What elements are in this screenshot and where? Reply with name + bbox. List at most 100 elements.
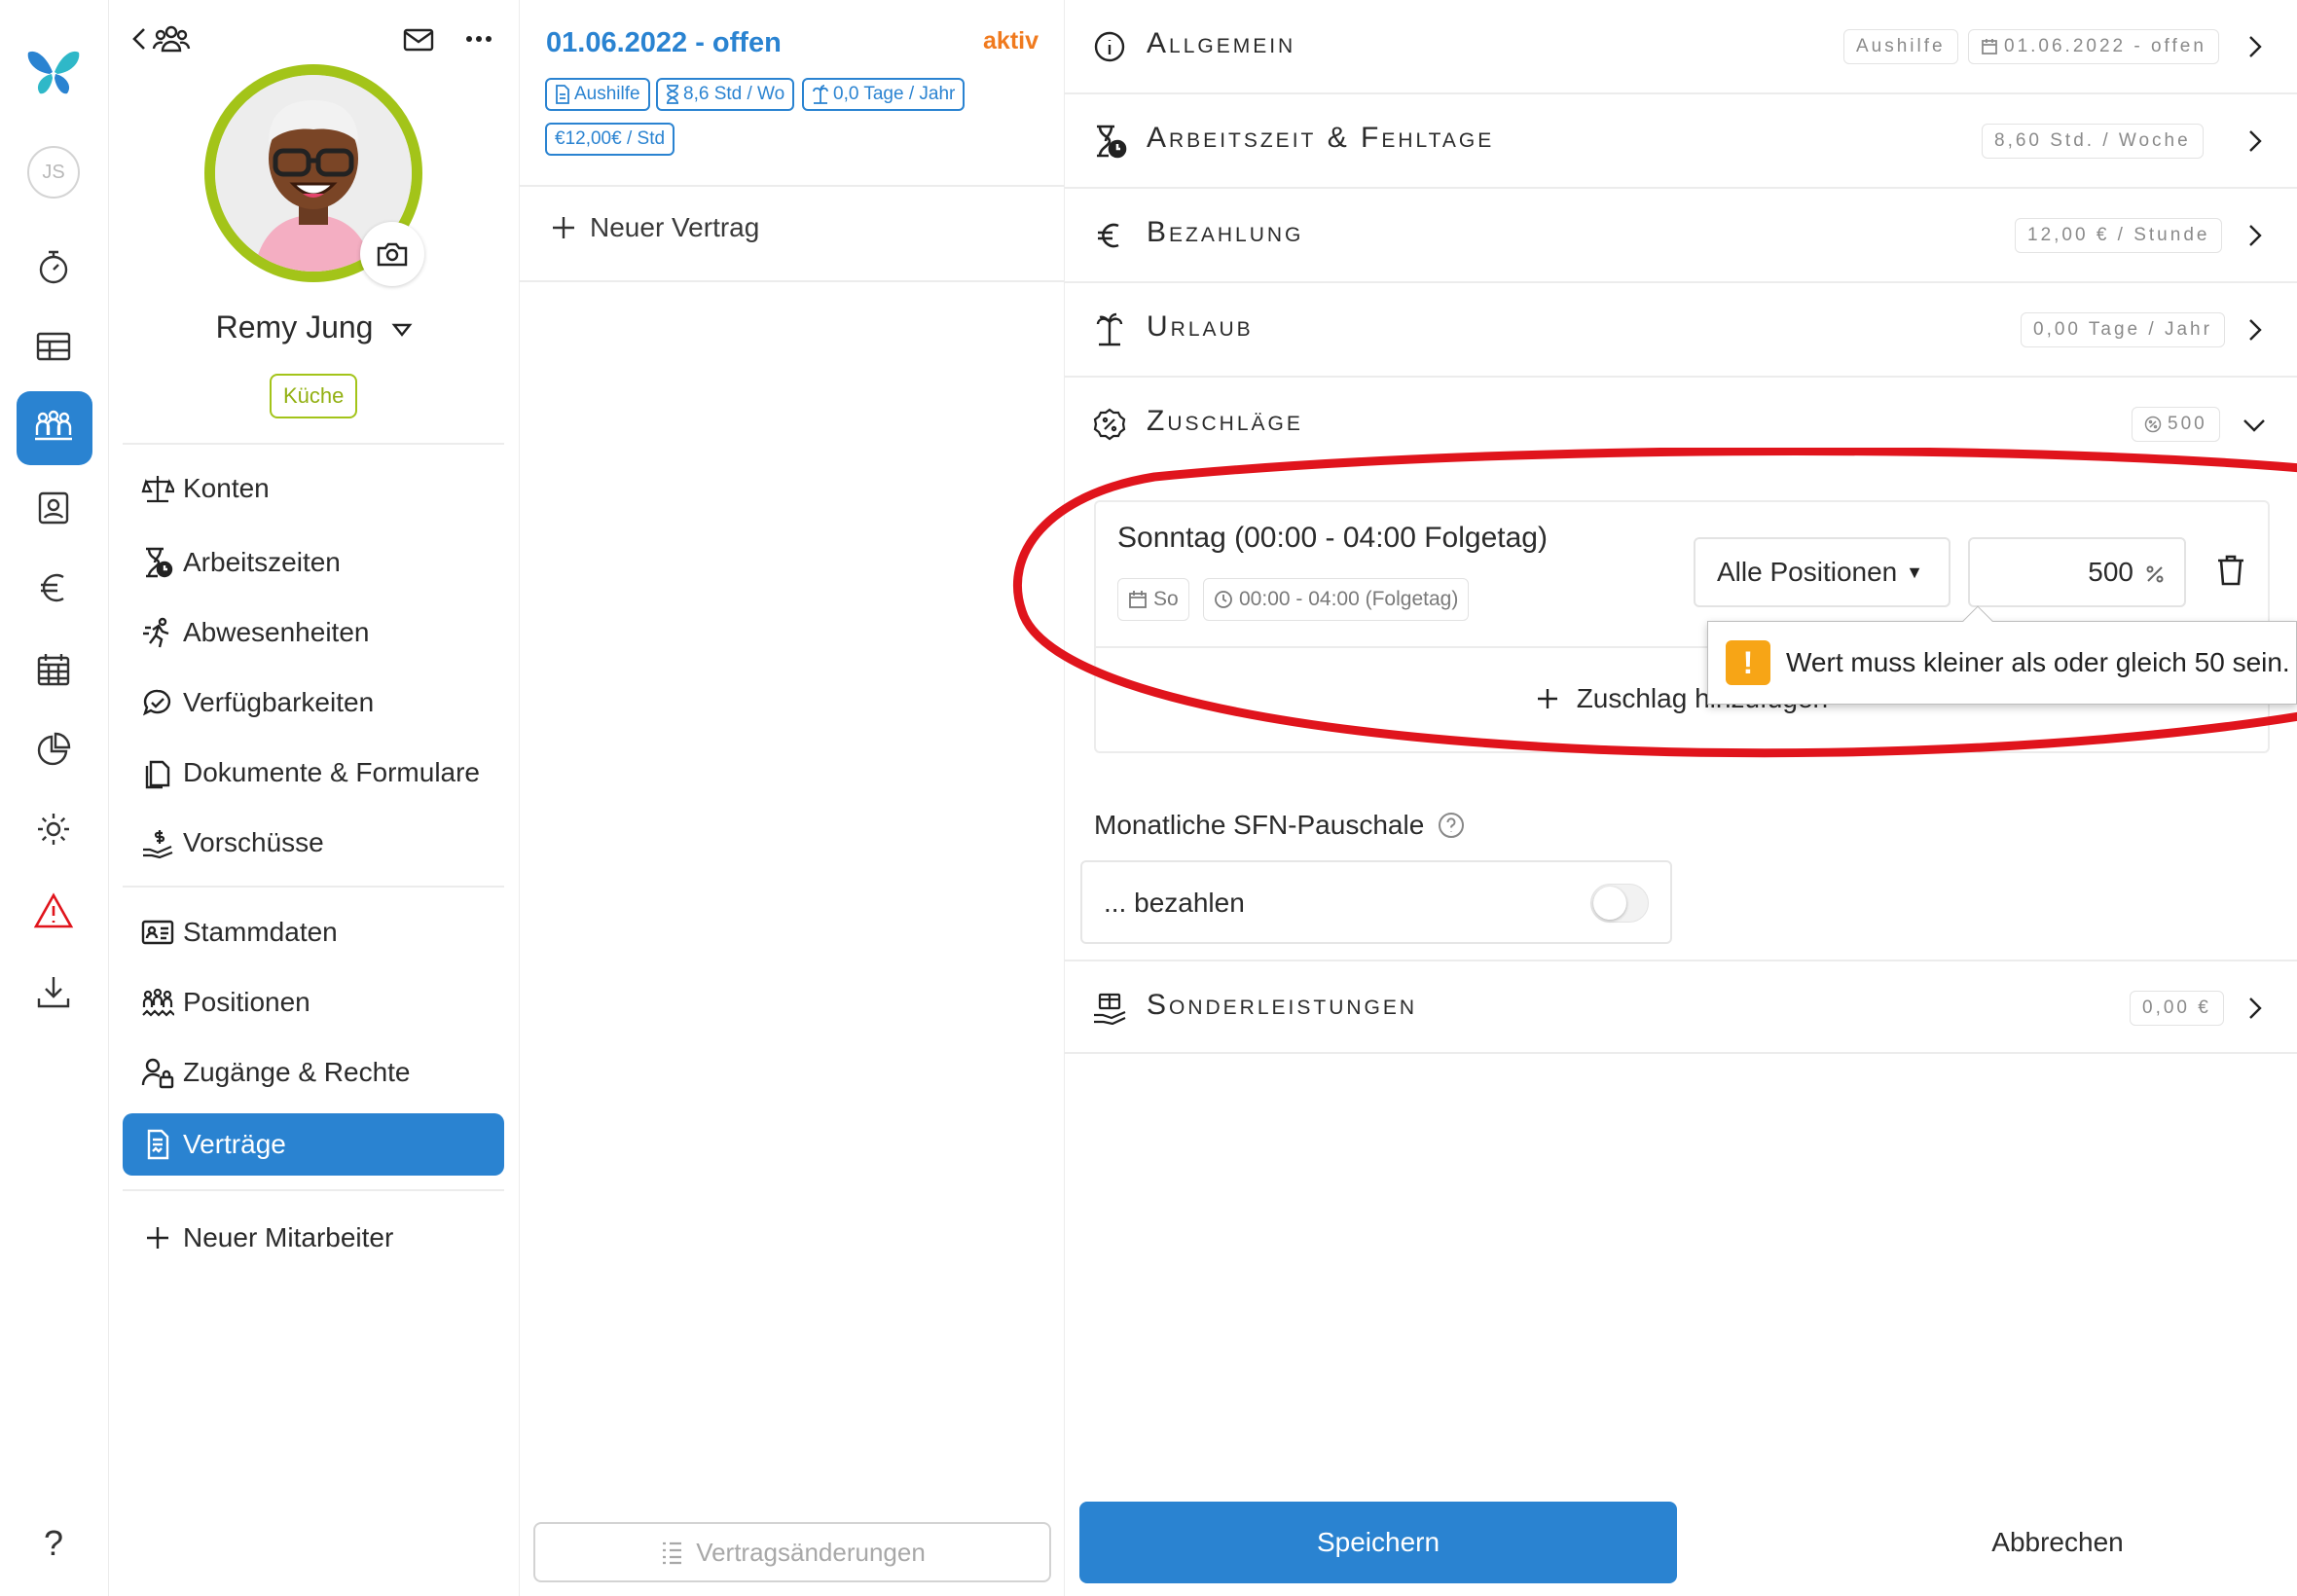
list-divider	[520, 280, 1065, 282]
euro-icon[interactable]	[24, 559, 83, 617]
new-contract-button[interactable]: Neuer Vertrag	[551, 212, 759, 243]
chip-hours: 8,6 Std / Wo	[656, 78, 795, 111]
section-badge: 12,00 € / Stunde	[2015, 218, 2223, 253]
menu-item-dokumente[interactable]: Dokumente & Formulare	[123, 742, 504, 804]
chip-label: Aushilfe	[574, 84, 640, 104]
percent-icon	[2146, 565, 2164, 583]
chevron-right-icon[interactable]	[2239, 314, 2270, 345]
menu-item-vorschuesse[interactable]: Vorschüsse	[123, 812, 504, 874]
menu-item-zugaenge[interactable]: Zugänge & Rechte	[123, 1041, 504, 1104]
user-lock-icon	[140, 1055, 175, 1090]
section-title: Zuschläge	[1147, 405, 1303, 437]
plus-icon	[553, 217, 574, 238]
employee-name-text: Remy Jung	[215, 309, 374, 345]
camera-icon[interactable]	[360, 222, 424, 286]
sfn-label: Monatliche SFN-Pauschale	[1094, 810, 1465, 841]
team-icon[interactable]	[24, 399, 83, 457]
section-worktime[interactable]: Arbeitszeit & Fehltage 8,60 Std. / Woche	[1065, 94, 2297, 189]
section-badge: Aushilfe	[1843, 29, 1958, 64]
menu-item-arbeitszeiten[interactable]: Arbeitszeiten	[123, 531, 504, 594]
sfn-label-text: Monatliche SFN-Pauschale	[1094, 810, 1425, 840]
employee-name[interactable]: Remy Jung	[109, 309, 520, 345]
surcharge-title: Sonntag (00:00 - 04:00 Folgetag)	[1117, 522, 1548, 554]
menu-item-vertraege[interactable]: Verträge	[123, 1113, 504, 1176]
id-card-icon	[140, 915, 175, 950]
back-chevron-icon[interactable]	[127, 19, 150, 58]
menu-item-stammdaten[interactable]: Stammdaten	[123, 901, 504, 963]
section-badge-surcharge: 500	[2132, 407, 2220, 442]
contract-date[interactable]: 01.06.2022 - offen	[546, 27, 782, 59]
contract-status: aktiv	[983, 27, 1039, 54]
surcharge-day-chip: So	[1117, 578, 1189, 621]
menu-label: Dokumente & Formulare	[183, 757, 481, 787]
new-employee-button[interactable]: Neuer Mitarbeiter	[123, 1207, 504, 1269]
toggle-knob	[1593, 887, 1626, 920]
chat-check-icon	[140, 685, 175, 720]
save-button[interactable]: Speichern	[1079, 1502, 1677, 1583]
chevron-right-icon[interactable]	[2239, 993, 2270, 1024]
chip-employment-type: Aushilfe	[545, 78, 650, 111]
chevron-right-icon[interactable]	[2239, 220, 2270, 251]
more-icon[interactable]	[461, 19, 496, 58]
pie-chart-icon[interactable]	[24, 720, 83, 779]
menu-separator	[123, 886, 504, 888]
section-badge-text: 01.06.2022 - offen	[2004, 36, 2206, 56]
section-badge: 0,00 Tage / Jahr	[2021, 312, 2225, 347]
warning-icon[interactable]	[24, 882, 83, 940]
surcharge-day: So	[1153, 588, 1179, 610]
section-title: Urlaub	[1147, 310, 1254, 343]
section-vacation[interactable]: Urlaub 0,00 Tage / Jahr	[1065, 283, 2297, 378]
trash-icon[interactable]	[2213, 553, 2248, 588]
id-card-icon[interactable]	[24, 479, 83, 537]
butterfly-logo-icon[interactable]	[24, 43, 83, 101]
table-icon[interactable]	[24, 317, 83, 376]
menu-separator	[123, 443, 504, 445]
hourglass-clock-icon	[140, 545, 175, 580]
menu-label: Verträge	[183, 1129, 286, 1159]
gift-hand-icon	[1092, 991, 1127, 1026]
download-icon[interactable]	[24, 963, 83, 1022]
section-general[interactable]: Allgemein Aushilfe 01.06.2022 - offen	[1065, 0, 2297, 94]
contract-changes-button[interactable]: Vertragsänderungen	[533, 1522, 1051, 1582]
dropdown-triangle-icon[interactable]	[391, 321, 413, 339]
caret-down-icon: ▼	[1906, 562, 1923, 582]
gear-icon[interactable]	[24, 800, 83, 858]
cancel-button[interactable]: Abbrechen	[1921, 1502, 2194, 1583]
list-divider	[520, 185, 1065, 187]
menu-item-abwesenheiten[interactable]: Abwesenheiten	[123, 601, 504, 664]
sfn-toggle[interactable]	[1590, 884, 1649, 923]
menu-label: Vorschüsse	[183, 827, 324, 857]
calendar-icon[interactable]	[24, 640, 83, 699]
menu-item-konten[interactable]: Konten	[123, 457, 504, 520]
chip-vacation: 0,0 Tage / Jahr	[802, 78, 966, 111]
menu-item-positionen[interactable]: Positionen	[123, 971, 504, 1034]
new-employee-label: Neuer Mitarbeiter	[183, 1222, 394, 1252]
stopwatch-icon[interactable]	[24, 237, 83, 296]
section-badge: 8,60 Std. / Woche	[1982, 124, 2204, 159]
surcharge-percent-value: 500	[2088, 557, 2133, 587]
group-icon[interactable]	[152, 19, 191, 58]
section-title: Bezahlung	[1147, 216, 1304, 248]
section-surcharges[interactable]: Zuschläge 500	[1065, 378, 2297, 472]
user-avatar[interactable]: JS	[27, 146, 80, 199]
chevron-right-icon[interactable]	[2239, 31, 2270, 62]
clock-icon	[1215, 591, 1232, 608]
contract-list: 01.06.2022 - offen aktiv Aushilfe 8,6 St…	[520, 0, 1065, 1596]
contract-changes-label: Vertragsänderungen	[696, 1537, 926, 1567]
percent-badge-icon	[2144, 416, 2162, 433]
position-select[interactable]: Alle Positionen ▼	[1694, 537, 1951, 607]
section-badge: 0,00 €	[2130, 991, 2224, 1026]
section-payment[interactable]: Bezahlung 12,00 € / Stunde	[1065, 189, 2297, 283]
info-icon	[1092, 29, 1127, 64]
surcharge-percent-input[interactable]: 500	[1968, 537, 2186, 607]
help-circle-icon[interactable]	[1438, 812, 1465, 839]
section-special[interactable]: Sonderleistungen 0,00 €	[1065, 960, 2297, 1054]
sfn-option[interactable]: ... bezahlen	[1080, 860, 1672, 944]
chevron-down-icon[interactable]	[2239, 409, 2270, 440]
help-icon[interactable]: ?	[24, 1514, 83, 1573]
chevron-right-icon[interactable]	[2239, 126, 2270, 157]
mail-icon[interactable]	[401, 19, 436, 58]
menu-label: Konten	[183, 473, 270, 503]
menu-item-verfuegbarkeiten[interactable]: Verfügbarkeiten	[123, 671, 504, 734]
section-title: Arbeitszeit & Fehltage	[1147, 122, 1495, 154]
